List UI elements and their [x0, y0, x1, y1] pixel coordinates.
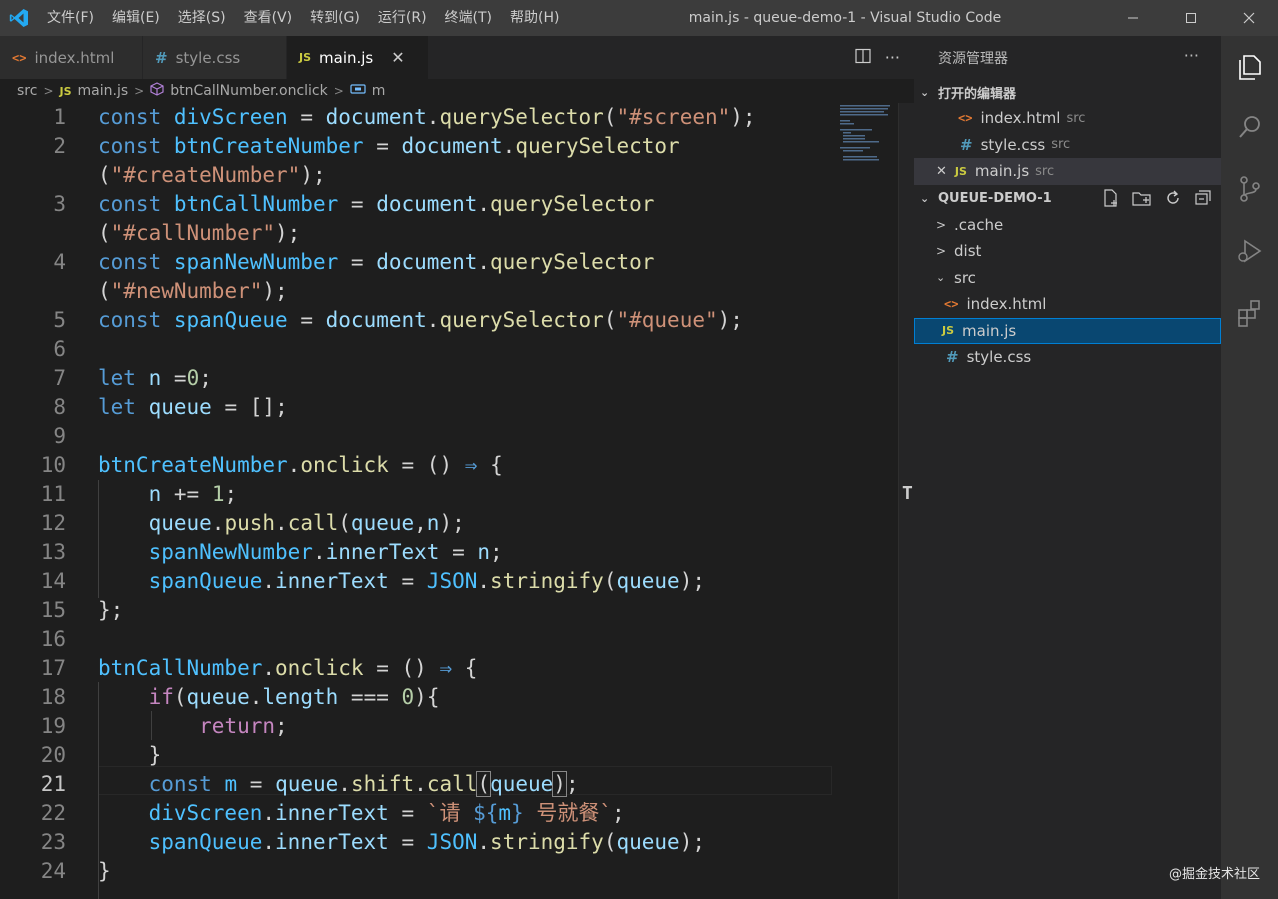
- html-icon: <>: [958, 111, 973, 126]
- activity-bar: [1221, 36, 1278, 899]
- extensions-icon[interactable]: [1221, 282, 1278, 344]
- window-controls: [1104, 0, 1278, 36]
- css-icon: #: [960, 135, 973, 154]
- breadcrumb-symbol[interactable]: btnCallNumber.onclick: [170, 83, 328, 99]
- chevron-right-icon: >: [333, 84, 344, 98]
- breadcrumb-variable[interactable]: m: [372, 83, 386, 99]
- menu-edit[interactable]: 编辑(E): [103, 0, 169, 36]
- js-icon: JS: [954, 164, 967, 178]
- editor-tabs: <> index.html # style.css JS main.js ✕ ·…: [0, 36, 914, 79]
- menu-help[interactable]: 帮助(H): [501, 0, 568, 36]
- text-cursor-icon: T: [902, 483, 913, 504]
- run-debug-icon[interactable]: [1221, 220, 1278, 282]
- tab-style-css[interactable]: # style.css: [143, 36, 287, 79]
- vertical-scrollbar[interactable]: T: [898, 103, 914, 899]
- explorer-header: 资源管理器 ···: [914, 36, 1221, 79]
- more-actions-icon[interactable]: ···: [885, 48, 900, 67]
- vscode-logo-icon: [0, 0, 38, 36]
- chevron-right-icon: >: [134, 84, 145, 98]
- menu-terminal[interactable]: 终端(T): [436, 0, 501, 36]
- section-title: 打开的编辑器: [938, 86, 1017, 102]
- variable-icon: [350, 83, 366, 99]
- project-section[interactable]: ⌄ QUEUE-DEMO-1: [914, 186, 1221, 212]
- css-icon: #: [155, 48, 168, 67]
- chevron-right-icon: >: [936, 217, 947, 232]
- tree-folder-dist[interactable]: > dist: [914, 238, 1221, 265]
- tree-file-style-css[interactable]: # style.css: [914, 344, 1221, 371]
- chevron-down-icon: ⌄: [936, 271, 946, 285]
- tab-label: index.html: [34, 48, 115, 67]
- tab-label: main.js: [319, 48, 374, 67]
- js-icon: JS: [299, 51, 312, 64]
- breadcrumb: src > JS main.js > btnCallNumber.onclick…: [0, 79, 914, 103]
- menu-file[interactable]: 文件(F): [38, 0, 103, 36]
- tab-main-js[interactable]: JS main.js ✕: [287, 36, 429, 79]
- close-icon[interactable]: ✕: [936, 164, 947, 179]
- section-actions: [1101, 188, 1213, 212]
- html-icon: <>: [944, 297, 959, 312]
- search-icon[interactable]: [1221, 96, 1278, 158]
- open-editor-item[interactable]: # style.css src: [914, 132, 1221, 159]
- more-actions-icon[interactable]: ···: [1184, 46, 1199, 65]
- breadcrumb-file[interactable]: main.js: [78, 83, 129, 99]
- menu-run[interactable]: 运行(R): [369, 0, 436, 36]
- minimap[interactable]: [838, 103, 894, 163]
- tab-index-html[interactable]: <> index.html: [0, 36, 143, 79]
- title-bar: 文件(F) 编辑(E) 选择(S) 查看(V) 转到(G) 运行(R) 终端(T…: [0, 0, 1278, 36]
- tree-folder-src[interactable]: ⌄ src: [914, 265, 1221, 292]
- close-icon[interactable]: ✕: [391, 48, 404, 67]
- chevron-down-icon: ⌄: [920, 85, 930, 99]
- watermark: @掘金技术社区: [1168, 867, 1260, 882]
- split-editor-icon[interactable]: [855, 48, 871, 68]
- minimize-button[interactable]: [1104, 0, 1162, 36]
- tree-file-index-html[interactable]: <> index.html: [914, 291, 1221, 318]
- refresh-icon[interactable]: [1163, 188, 1183, 212]
- tree-folder-cache[interactable]: > .cache: [914, 212, 1221, 239]
- css-icon: #: [946, 348, 959, 367]
- tree-file-main-js[interactable]: JS main.js: [914, 317, 1221, 344]
- open-editor-item[interactable]: <> index.html src: [914, 105, 1221, 132]
- new-folder-icon[interactable]: [1131, 188, 1153, 212]
- chevron-right-icon: >: [936, 244, 947, 259]
- menu-bar: 文件(F) 编辑(E) 选择(S) 查看(V) 转到(G) 运行(R) 终端(T…: [38, 0, 568, 36]
- new-file-icon[interactable]: [1101, 188, 1121, 212]
- explorer-icon[interactable]: [1221, 36, 1278, 98]
- section-title: QUEUE-DEMO-1: [938, 191, 1052, 206]
- open-editor-item-active[interactable]: ✕ JS main.js src: [914, 158, 1221, 185]
- source-control-icon[interactable]: [1221, 158, 1278, 220]
- method-cube-icon: [150, 82, 164, 100]
- js-icon: JS: [59, 84, 72, 98]
- tab-label: style.css: [175, 48, 241, 67]
- open-editors-section[interactable]: ⌄ 打开的编辑器: [914, 79, 1221, 105]
- menu-view[interactable]: 查看(V): [235, 0, 302, 36]
- explorer-sidebar: 资源管理器 ··· ⌄ 打开的编辑器 <> index.html src # st…: [914, 36, 1221, 899]
- html-icon: <>: [12, 50, 27, 65]
- js-icon: JS: [942, 324, 955, 338]
- menu-go[interactable]: 转到(G): [301, 0, 369, 36]
- code-editor[interactable]: 1 const divScreen = document.querySelecto…: [0, 103, 898, 899]
- editor-actions: ···: [855, 36, 900, 79]
- chevron-right-icon: >: [43, 84, 54, 98]
- chevron-down-icon: ⌄: [920, 192, 930, 205]
- explorer-title: 资源管理器: [938, 50, 1008, 67]
- menu-selection[interactable]: 选择(S): [169, 0, 235, 36]
- close-window-button[interactable]: [1220, 0, 1278, 36]
- breadcrumb-folder[interactable]: src: [17, 83, 37, 99]
- maximize-button[interactable]: [1162, 0, 1220, 36]
- collapse-all-icon[interactable]: [1193, 188, 1213, 212]
